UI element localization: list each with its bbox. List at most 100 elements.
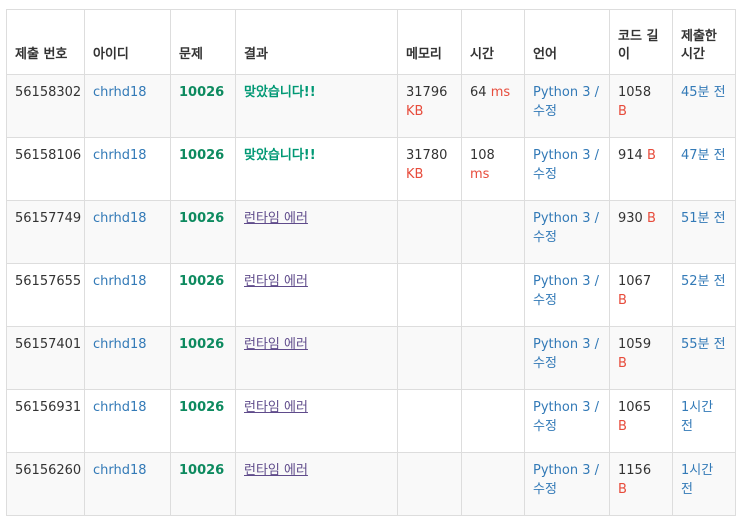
table-row: 56157655 chrhd18 10026 런타임 에러 Python 3 / 수정 1… — [6, 263, 736, 327]
problem-link[interactable]: 10026 — [179, 400, 224, 415]
table-body: 56158302 chrhd18 10026 맞았습니다!! 31796 KB 64 ms P… — [6, 74, 736, 516]
time-cell: 108 ms — [461, 137, 525, 201]
code-length-unit: B — [618, 104, 627, 119]
result-runtime-error-link[interactable]: 런타임 에러 — [244, 463, 308, 478]
submitted-time-link[interactable]: 51분 전 — [681, 211, 726, 226]
problem-link[interactable]: 10026 — [179, 85, 224, 100]
language-cell: Python 3 / 수정 — [524, 74, 610, 138]
table-row: 56158302 chrhd18 10026 맞았습니다!! 31796 KB 64 ms P… — [6, 74, 736, 138]
language-link[interactable]: Python 3 — [533, 85, 590, 100]
problem-cell: 10026 — [170, 389, 236, 453]
code-length-value: 1065 — [618, 400, 652, 415]
submission-id-cell: 56157749 — [6, 200, 85, 264]
language-cell: Python 3 / 수정 — [524, 200, 610, 264]
submission-id: 56157401 — [15, 337, 82, 352]
code-length-value: 1058 — [618, 85, 652, 100]
problem-cell: 10026 — [170, 263, 236, 327]
submitted-time-link[interactable]: 1시간 전 — [681, 400, 713, 434]
problem-cell: 10026 — [170, 326, 236, 390]
table-row: 56156260 chrhd18 10026 런타임 에러 Python 3 / 수정 1… — [6, 452, 736, 516]
user-cell: chrhd18 — [84, 137, 171, 201]
table-row: 56158106 chrhd18 10026 맞았습니다!! 31780 KB 108 ms… — [6, 137, 736, 201]
time-value: 108 — [470, 148, 495, 163]
submission-id-cell: 56157655 — [6, 263, 85, 327]
language-link[interactable]: Python 3 — [533, 337, 590, 352]
submission-id-cell: 56157401 — [6, 326, 85, 390]
problem-link[interactable]: 10026 — [179, 211, 224, 226]
code-length-cell: 930 B — [609, 200, 673, 264]
problem-link[interactable]: 10026 — [179, 274, 224, 289]
language-link[interactable]: Python 3 — [533, 463, 590, 478]
edit-link[interactable]: 수정 — [533, 356, 557, 371]
table-row: 56156931 chrhd18 10026 런타임 에러 Python 3 / 수정 1… — [6, 389, 736, 453]
time-cell — [461, 263, 525, 327]
submission-id-cell: 56158302 — [6, 74, 85, 138]
problem-cell: 10026 — [170, 200, 236, 264]
user-link[interactable]: chrhd18 — [93, 211, 147, 226]
code-length-unit: B — [618, 419, 627, 434]
time-unit: ms — [490, 85, 511, 100]
result-cell: 맞았습니다!! — [235, 74, 398, 138]
language-cell: Python 3 / 수정 — [524, 263, 610, 327]
user-link[interactable]: chrhd18 — [93, 400, 147, 415]
result-runtime-error-link[interactable]: 런타임 에러 — [244, 274, 308, 289]
memory-cell — [397, 452, 462, 516]
submitted-time-link[interactable]: 47분 전 — [681, 148, 726, 163]
header-code-length: 코드 길이 — [609, 9, 673, 75]
header-time: 시간 — [461, 9, 525, 75]
result-cell: 런타임 에러 — [235, 452, 398, 516]
header-submitted-time: 제출한 시간 — [672, 9, 736, 75]
result-runtime-error-link[interactable]: 런타임 에러 — [244, 400, 308, 415]
result-cell: 런타임 에러 — [235, 200, 398, 264]
submitted-time-link[interactable]: 55분 전 — [681, 337, 726, 352]
edit-link[interactable]: 수정 — [533, 167, 557, 182]
edit-link[interactable]: 수정 — [533, 230, 557, 245]
language-link[interactable]: Python 3 — [533, 400, 590, 415]
result-runtime-error-link[interactable]: 런타임 에러 — [244, 211, 308, 226]
submitted-time-cell: 52분 전 — [672, 263, 736, 327]
code-length-unit: B — [618, 293, 627, 308]
submitted-time-cell: 47분 전 — [672, 137, 736, 201]
result-cell: 런타임 에러 — [235, 263, 398, 327]
code-length-cell: 1156 B — [609, 452, 673, 516]
submitted-time-link[interactable]: 45분 전 — [681, 85, 726, 100]
memory-unit: KB — [406, 167, 424, 182]
problem-link[interactable]: 10026 — [179, 337, 224, 352]
result-runtime-error-link[interactable]: 런타임 에러 — [244, 337, 308, 352]
user-cell: chrhd18 — [84, 74, 171, 138]
edit-link[interactable]: 수정 — [533, 104, 557, 119]
submitted-time-cell: 1시간 전 — [672, 452, 736, 516]
code-length-cell: 1067 B — [609, 263, 673, 327]
table-row: 56157401 chrhd18 10026 런타임 에러 Python 3 / 수정 1… — [6, 326, 736, 390]
memory-value: 31780 — [406, 148, 448, 163]
user-link[interactable]: chrhd18 — [93, 463, 147, 478]
user-link[interactable]: chrhd18 — [93, 148, 147, 163]
submission-id-cell: 56156260 — [6, 452, 85, 516]
problem-cell: 10026 — [170, 137, 236, 201]
problem-link[interactable]: 10026 — [179, 463, 224, 478]
language-link[interactable]: Python 3 — [533, 148, 590, 163]
user-link[interactable]: chrhd18 — [93, 337, 147, 352]
problem-link[interactable]: 10026 — [179, 148, 224, 163]
result-cell: 런타임 에러 — [235, 389, 398, 453]
memory-cell: 31780 KB — [397, 137, 462, 201]
submitted-time-link[interactable]: 1시간 전 — [681, 463, 713, 497]
language-link[interactable]: Python 3 — [533, 211, 590, 226]
time-cell — [461, 452, 525, 516]
time-cell: 64 ms — [461, 74, 525, 138]
submission-status-table: 제출 번호 아이디 문제 결과 메모리 시간 언어 코드 길이 제출한 시간 5… — [6, 9, 736, 516]
edit-link[interactable]: 수정 — [533, 482, 557, 497]
edit-link[interactable]: 수정 — [533, 293, 557, 308]
submission-id: 56158302 — [15, 85, 82, 100]
result-cell: 런타임 에러 — [235, 326, 398, 390]
user-link[interactable]: chrhd18 — [93, 85, 147, 100]
edit-link[interactable]: 수정 — [533, 419, 557, 434]
language-link[interactable]: Python 3 — [533, 274, 590, 289]
language-separator: / — [590, 85, 599, 100]
submitted-time-cell: 55분 전 — [672, 326, 736, 390]
code-length-value: 930 — [618, 211, 643, 226]
submitted-time-link[interactable]: 52분 전 — [681, 274, 726, 289]
problem-cell: 10026 — [170, 452, 236, 516]
user-link[interactable]: chrhd18 — [93, 274, 147, 289]
result-cell: 맞았습니다!! — [235, 137, 398, 201]
